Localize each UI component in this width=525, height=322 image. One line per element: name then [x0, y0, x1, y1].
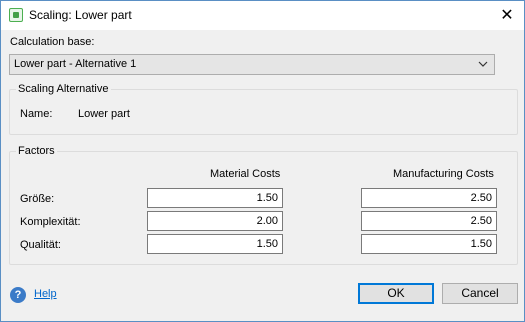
- cancel-button[interactable]: Cancel: [442, 283, 518, 304]
- material-costs-header: Material Costs: [210, 168, 281, 180]
- window-title: Scaling: Lower part: [29, 8, 132, 22]
- material-factor-input[interactable]: 1.50: [147, 234, 283, 254]
- scaling-dialog: Scaling: Lower part ✕ Calculation base: …: [0, 0, 525, 322]
- help-icon[interactable]: ?: [10, 287, 26, 303]
- factors-title: Factors: [16, 145, 57, 157]
- chevron-down-icon: [478, 61, 488, 67]
- manufacturing-costs-header: Manufacturing Costs: [393, 168, 494, 180]
- close-button[interactable]: ✕: [490, 1, 524, 30]
- title-bar: Scaling: Lower part ✕: [1, 1, 524, 30]
- factor-row-label: Größe:: [20, 193, 55, 205]
- name-value: Lower part: [78, 108, 130, 120]
- manufacturing-factor-input[interactable]: 2.50: [361, 188, 497, 208]
- manufacturing-factor-input[interactable]: 2.50: [361, 211, 497, 231]
- factors-group: Factors Material Costs Manufacturing Cos…: [9, 145, 518, 265]
- factor-row-label: Komplexität:: [20, 216, 81, 228]
- name-label: Name:: [20, 108, 53, 120]
- calculation-base-label: Calculation base:: [10, 36, 95, 48]
- factor-row-label: Qualität:: [20, 239, 61, 251]
- help-link[interactable]: Help: [34, 288, 57, 300]
- manufacturing-factor-input[interactable]: 1.50: [361, 234, 497, 254]
- calculation-base-value: Lower part - Alternative 1: [14, 58, 137, 70]
- material-factor-input[interactable]: 1.50: [147, 188, 283, 208]
- scaling-app-icon: [9, 8, 23, 22]
- ok-button[interactable]: OK: [358, 283, 434, 304]
- scaling-alternative-title: Scaling Alternative: [16, 83, 111, 95]
- scaling-alternative-group: Scaling Alternative Name: Lower part: [9, 83, 518, 135]
- material-factor-input[interactable]: 2.00: [147, 211, 283, 231]
- calculation-base-dropdown[interactable]: Lower part - Alternative 1: [9, 54, 495, 75]
